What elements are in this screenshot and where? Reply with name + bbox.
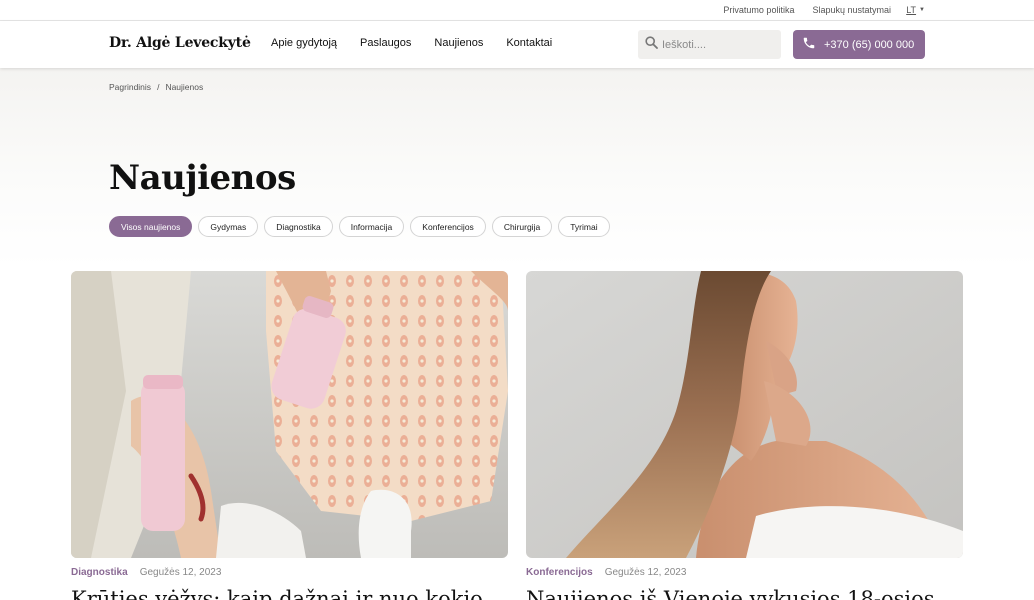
legal-links: Privatumo politika Slapukų nustatymai: [723, 5, 891, 15]
page-hero: Pagrindinis / Naujienos Naujienos Visos …: [0, 68, 1034, 268]
article-category[interactable]: Konferencijos: [526, 567, 593, 578]
breadcrumb: Pagrindinis / Naujienos: [109, 82, 203, 92]
nav-item-news[interactable]: Naujienos: [434, 37, 483, 49]
privacy-policy-link[interactable]: Privatumo politika: [723, 5, 794, 15]
article-image[interactable]: [71, 271, 508, 558]
article-category[interactable]: Diagnostika: [71, 567, 128, 578]
filter-treatment[interactable]: Gydymas: [198, 216, 259, 237]
nav-item-services[interactable]: Paslaugos: [360, 37, 411, 49]
nav-item-contacts[interactable]: Kontaktai: [506, 37, 552, 49]
main-header: Dr. Algė Leveckytė Apie gydytoją Paslaug…: [0, 21, 1034, 68]
filter-information[interactable]: Informacija: [338, 216, 405, 237]
article-card[interactable]: Diagnostika Gegužės 12, 2023 Krūties vėž…: [71, 271, 508, 600]
language-code: LT: [906, 5, 917, 15]
search-input[interactable]: [662, 38, 767, 51]
article-date: Gegužės 12, 2023: [139, 567, 222, 578]
main-nav: Apie gydytoją Paslaugos Naujienos Kontak…: [271, 37, 552, 49]
cookie-settings-link[interactable]: Slapukų nustatymai: [812, 5, 891, 15]
filter-diagnostics[interactable]: Diagnostika: [264, 216, 333, 237]
filter-research[interactable]: Tyrimai: [558, 216, 610, 237]
search-icon[interactable]: [645, 35, 658, 54]
breadcrumb-current: Naujienos: [165, 82, 204, 92]
filter-all[interactable]: Visos naujienos: [109, 216, 193, 237]
language-selector[interactable]: LT ▼: [906, 5, 925, 15]
article-meta: Diagnostika Gegužės 12, 2023: [71, 567, 508, 578]
article-date: Gegužės 12, 2023: [604, 567, 687, 578]
article-title[interactable]: Krūties vėžys: kaip dažnai ir nuo kokio: [71, 587, 508, 600]
caret-down-icon: ▼: [919, 7, 925, 13]
article-title[interactable]: Naujienos iš Vienoje vykusios 18-osios: [526, 587, 963, 600]
article-meta: Konferencijos Gegužės 12, 2023: [526, 567, 963, 578]
article-card[interactable]: Konferencijos Gegužės 12, 2023 Naujienos…: [526, 271, 963, 600]
page-title: Naujienos: [109, 158, 296, 198]
category-filters: Visos naujienos Gydymas Diagnostika Info…: [109, 216, 610, 237]
breadcrumb-separator: /: [157, 82, 160, 92]
breadcrumb-home[interactable]: Pagrindinis: [109, 82, 151, 92]
phone-icon: [802, 36, 816, 53]
filter-conferences[interactable]: Konferencijos: [410, 216, 486, 237]
filter-surgery[interactable]: Chirurgija: [491, 216, 553, 237]
nav-item-about[interactable]: Apie gydytoją: [271, 37, 337, 49]
phone-number: +370 (65) 000 000: [824, 38, 915, 51]
top-bar: Privatumo politika Slapukų nustatymai LT…: [0, 0, 1034, 21]
phone-button[interactable]: +370 (65) 000 000: [793, 30, 925, 59]
site-logo[interactable]: Dr. Algė Leveckytė: [109, 35, 251, 51]
search-box[interactable]: [638, 30, 781, 59]
article-image[interactable]: [526, 271, 963, 558]
